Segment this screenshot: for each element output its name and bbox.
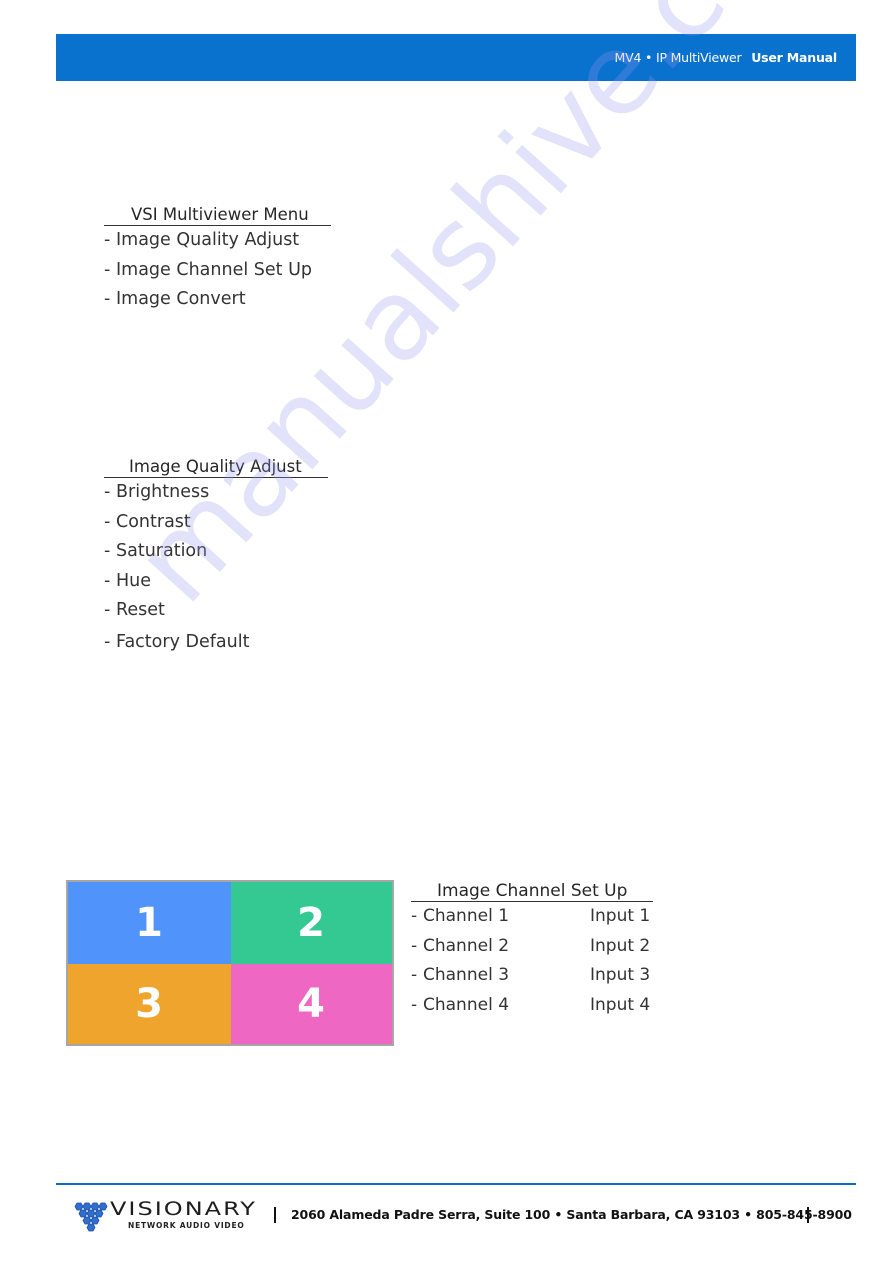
channel-row: - Channel 4 Input 4 — [411, 991, 653, 1021]
channel-name: Channel 2 — [423, 935, 510, 956]
header-separator: • — [645, 50, 653, 65]
product-subtitle: IP MultiViewer — [655, 50, 742, 65]
channel-input: Input 4 — [590, 994, 651, 1015]
channel-input: Input 2 — [590, 935, 651, 956]
doc-type: User Manual — [751, 50, 837, 65]
main-menu-item: - Image Quality Adjust — [104, 230, 300, 250]
channel-row: - Channel 3 Input 3 — [411, 961, 653, 991]
image-quality-title: Image Quality Adjust — [104, 457, 328, 478]
channel-cell-3: 3 — [68, 964, 231, 1044]
image-quality-item: - Saturation — [104, 541, 208, 561]
main-menu-list: VSI Multiviewer Menu - Image Quality Adju… — [104, 205, 331, 315]
footer-separator — [807, 1207, 809, 1223]
image-quality-list: Image Quality Adjust - Brightness - Contra… — [104, 457, 328, 657]
page-header: MV4 • IP MultiViewer User Manual — [56, 34, 856, 81]
channel-name: Channel 3 — [423, 965, 510, 985]
main-menu-title: VSI Multiviewer Menu — [104, 205, 331, 226]
image-quality-item: - Brightness — [104, 482, 210, 502]
main-menu-item: - Image Channel Set Up — [104, 259, 312, 280]
logo-wordmark: VISIONARY — [110, 1198, 257, 1220]
header-title: MV4 • IP MultiViewer User Manual — [614, 50, 838, 65]
logo-tagline: NETWORK AUDIO VIDEO — [128, 1221, 245, 1230]
image-quality-item: - Contrast — [104, 511, 191, 532]
channel-cell-4: 4 — [231, 964, 392, 1044]
image-quality-item: - Factory Default — [104, 631, 250, 652]
channel-cell-2: 2 — [231, 882, 392, 964]
channel-row: - Channel 2 Input 2 — [411, 932, 653, 962]
channel-name: Channel 4 — [423, 994, 510, 1015]
channel-setup-list: Image Channel Set Up - Channel 1 Input 1 -… — [411, 881, 654, 1021]
channel-name: Channel 1 — [423, 906, 510, 926]
footer-address: 2060 Alameda Padre Serra, Suite 100 • Sa… — [291, 1207, 852, 1222]
visionary-logo: VISIONARY NETWORK AUDIO VIDEO — [72, 1198, 262, 1232]
main-menu-item: - Image Convert — [104, 289, 246, 309]
footer-divider — [56, 1183, 856, 1185]
image-quality-item: - Hue — [104, 570, 152, 591]
product-name: MV4 — [614, 50, 642, 65]
channel-cell-1: 1 — [68, 882, 231, 964]
footer-separator — [274, 1207, 276, 1223]
hexagon-logo-icon — [74, 1202, 108, 1232]
channel-setup-title: Image Channel Set Up — [411, 881, 654, 902]
channel-row: - Channel 1 Input 1 — [411, 902, 653, 932]
channel-input: Input 3 — [590, 965, 651, 985]
channel-input: Input 1 — [590, 906, 651, 926]
channel-layout-grid: 1 2 3 4 — [66, 880, 394, 1046]
image-quality-item: - Reset — [104, 600, 165, 620]
